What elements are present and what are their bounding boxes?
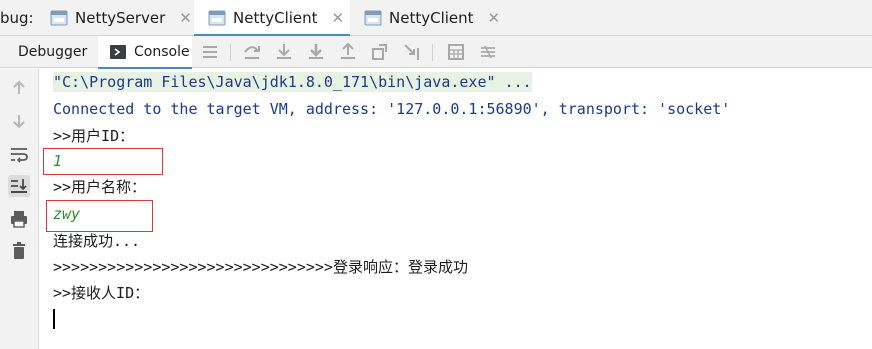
console-line-connected: 连接成功... <box>53 232 141 250</box>
force-step-into-icon[interactable] <box>306 42 326 62</box>
run-tab-netty-server[interactable]: NettyServer ✕ <box>36 0 194 36</box>
close-tab-icon[interactable]: ✕ <box>488 9 501 27</box>
highlight-box-user-name <box>46 200 153 232</box>
tab-console[interactable]: Console <box>98 36 192 69</box>
up-arrow-icon[interactable] <box>8 77 30 99</box>
highlight-box-user-id <box>43 148 163 175</box>
evaluate-expression-icon[interactable] <box>446 42 466 62</box>
console-gutter <box>0 69 39 349</box>
console-line-command: "C:\Program Files\Java\jdk1.8.0_171\bin\… <box>53 72 532 92</box>
trash-icon[interactable] <box>8 240 30 262</box>
tab-debugger-label: Debugger <box>18 44 88 60</box>
soft-wrap-icon[interactable] <box>8 143 30 165</box>
console-line-vm-connected: Connected to the target VM, address: '12… <box>53 100 731 118</box>
console-icon <box>110 44 126 60</box>
trace-current-stream-icon[interactable] <box>478 42 498 62</box>
step-out-icon[interactable] <box>338 42 358 62</box>
run-tab-label: NettyClient <box>233 9 318 27</box>
scroll-to-end-icon[interactable] <box>8 175 30 197</box>
print-icon[interactable] <box>8 208 30 230</box>
application-icon <box>50 10 68 26</box>
console-prompt-receiver-id: >>接收人ID： <box>53 284 150 302</box>
run-tab-label: NettyServer <box>75 9 166 27</box>
tab-console-label: Console <box>134 44 190 60</box>
run-tab-netty-client-active[interactable]: NettyClient ✕ <box>194 0 350 37</box>
down-arrow-icon[interactable] <box>8 110 30 132</box>
drop-frame-icon[interactable] <box>370 42 390 62</box>
run-to-cursor-icon[interactable] <box>402 42 422 62</box>
console-prompt-user-id: >>用户ID： <box>53 127 135 145</box>
show-execution-point-icon[interactable] <box>200 42 220 62</box>
tab-debugger[interactable]: Debugger <box>6 36 94 68</box>
close-tab-icon[interactable]: ✕ <box>179 9 192 27</box>
text-cursor <box>53 309 55 329</box>
step-into-icon[interactable] <box>274 42 294 62</box>
application-icon <box>364 10 382 26</box>
run-tab-netty-client[interactable]: NettyClient ✕ <box>350 0 506 36</box>
run-tab-label: NettyClient <box>389 9 474 27</box>
debug-toolbar: Debugger Console <box>0 36 872 69</box>
application-icon <box>208 10 226 26</box>
console-line-login-response: >>>>>>>>>>>>>>>>>>>>>>>>>>>>>>>登录响应：登录成功 <box>53 258 468 276</box>
run-tab-bar: bug: NettyServer ✕ NettyClient ✕ NettyCl… <box>0 0 872 37</box>
toolbar-separator <box>230 44 231 61</box>
console-output[interactable]: "C:\Program Files\Java\jdk1.8.0_171\bin\… <box>40 69 872 349</box>
toolbar-separator <box>432 44 433 61</box>
console-prompt-user-name: >>用户名称： <box>53 178 147 196</box>
step-over-icon[interactable] <box>242 42 262 62</box>
tool-window-title-fragment: bug: <box>0 9 34 27</box>
close-tab-icon[interactable]: ✕ <box>332 9 345 27</box>
